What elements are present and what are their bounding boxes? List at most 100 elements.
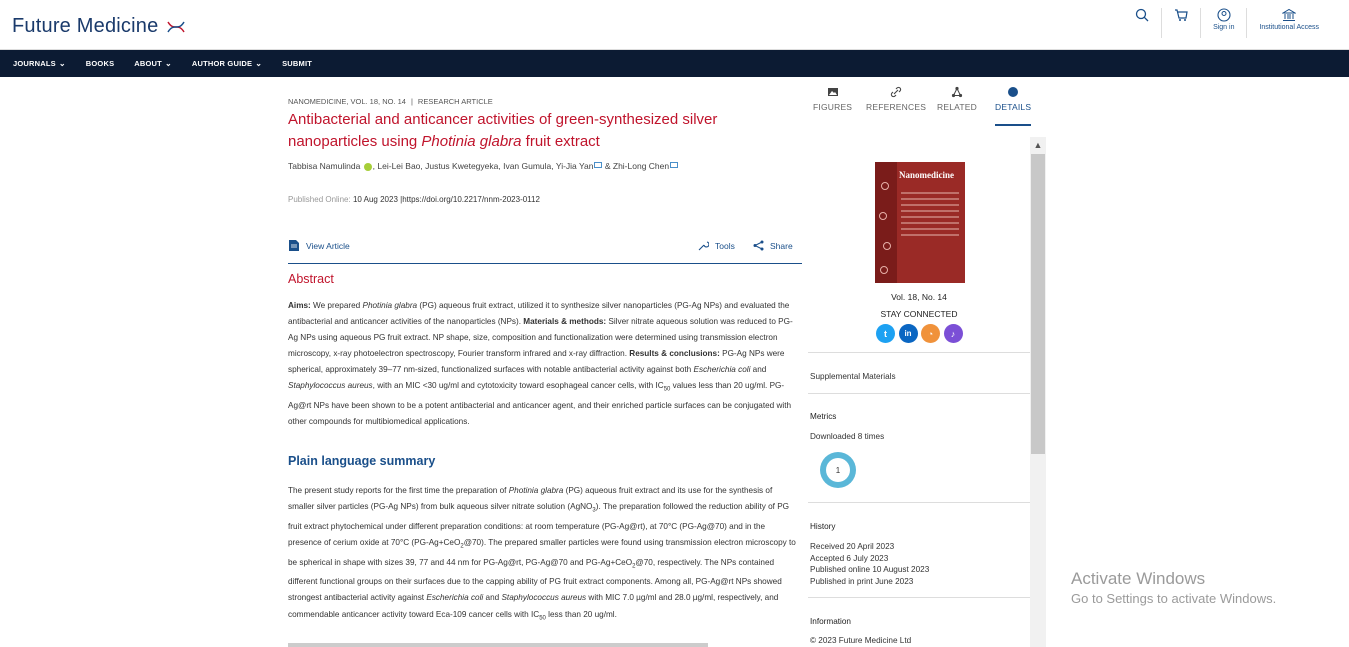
tab-details[interactable]: DETAILS [995,86,1032,126]
article-toolbar: View Article Tools Share [288,238,802,264]
email-icon[interactable] [594,161,603,168]
logo-text: Future Medicine [12,15,159,37]
header-actions: Sign in Institutional Access [1123,8,1331,42]
abstract-italic: Staphylococcus aureus [288,381,373,391]
abstract-span: We prepared [310,301,363,310]
view-article-label: View Article [306,240,350,251]
title-text-end: fruit extract [521,133,600,150]
pls-span: and [483,593,502,603]
chevron-down-icon: ⌄ [255,59,263,68]
image-icon [827,88,838,96]
nav-author-guide[interactable]: AUTHOR GUIDE ⌄ [192,59,262,68]
nav-books[interactable]: BOOKS [86,59,115,68]
received-date: Received 20 April 2023 [810,542,895,551]
copyright-text: © 2023 Future Medicine Ltd [810,636,912,645]
nav-submit[interactable]: SUBMIT [282,59,312,68]
nav-journals[interactable]: JOURNALS ⌄ [13,59,66,68]
cover-text-lines [901,192,959,240]
active-tab-underline [995,124,1032,126]
scroll-up-arrow-icon[interactable]: ▲ [1030,137,1046,153]
published-date: 10 Aug 2023 [352,195,398,204]
tools-button[interactable]: Tools [698,240,735,251]
supplemental-materials-link[interactable]: Supplemental Materials [810,372,896,381]
tab-details-label: DETAILS [995,102,1032,112]
nav-about[interactable]: ABOUT ⌄ [134,59,172,68]
journal-cover[interactable]: Nanomedicine [875,162,965,283]
orcid-icon[interactable] [363,162,372,171]
published-online-date: Published online 10 August 2023 [810,565,930,574]
tab-related[interactable]: RELATED [937,86,977,112]
site-logo[interactable]: Future Medicine [12,15,186,38]
author-link[interactable]: & Zhi-Long Chen [602,161,669,171]
tab-related-label: RELATED [937,102,977,112]
nav-about-label: ABOUT [134,59,162,68]
abstract-span: and [750,365,767,375]
doi-link[interactable]: https://doi.org/10.2217/nnm-2023-0112 [402,195,540,204]
cart-icon [1175,9,1188,21]
dna-helix-icon [167,21,185,33]
network-icon [951,86,963,98]
meta-separator: | [410,97,413,106]
institutional-access-button[interactable]: Institutional Access [1246,8,1331,38]
cover-pattern [883,242,891,250]
nav-author-guide-label: AUTHOR GUIDE [191,59,253,68]
twitter-icon[interactable]: t [876,324,895,343]
cover-pattern [880,266,888,274]
sign-in-label: Sign in [1213,24,1235,31]
title-italic: Photinia glabra [421,133,522,150]
altmetric-badge[interactable]: 1 [820,452,856,488]
abstract-text: Aims: We prepared Photinia glabra (PG) a… [288,298,800,430]
nav-submit-label: SUBMIT [282,59,313,68]
plain-language-text: The present study reports for the first … [288,483,800,626]
history-heading: History [810,522,836,531]
author-links[interactable]: , Lei-Lei Bao, Justus Kwetegyeka, Ivan G… [373,161,594,171]
cart-button[interactable] [1161,8,1200,38]
alert-icon[interactable]: ♪ [943,324,963,343]
author-list: Tabbisa Namulinda , Lei-Lei Bao, Justus … [288,161,679,171]
tab-references-label: REFERENCES [866,102,927,112]
sign-in-button[interactable]: Sign in [1200,8,1246,38]
pls-italic: Staphylococcus aureus [501,593,587,603]
share-icon [753,240,764,251]
cover-pattern [881,182,889,190]
abstract-italic: Escherichia coli [693,365,751,375]
pls-span: less than 20 ug/ml. [545,609,617,619]
share-button[interactable]: Share [753,240,793,251]
cover-pattern [879,212,887,220]
details-scrollbar[interactable]: ▲ [1030,137,1046,647]
linkedin-icon[interactable]: in [898,324,918,343]
details-tabs: FIGURES REFERENCES RELATED DETAILS [810,86,1036,126]
search-button[interactable] [1123,8,1161,38]
information-heading: Information [810,617,851,626]
abstract-methods-label: Materials & methods: [523,317,607,327]
social-links: t in ◔ ♪ [876,324,966,343]
tab-references[interactable]: REFERENCES [866,86,926,112]
article-title: Antibacterial and anticancer activities … [288,109,788,153]
view-article-button[interactable]: View Article [289,240,350,251]
chevron-down-icon: ⌄ [164,59,172,68]
institutional-access-label: Institutional Access [1259,24,1319,31]
nav-journals-label: JOURNALS [13,59,56,68]
scroll-thumb[interactable] [1031,154,1045,454]
published-info: Published Online: 10 Aug 2023 |https://d… [288,195,540,204]
main-nav: JOURNALS ⌄ BOOKS ABOUT ⌄ AUTHOR GUIDE ⌄ SUB… [0,50,1349,77]
published-label: Published Online: [288,195,351,204]
truncated-text-line [288,638,800,647]
pls-italic: Escherichia coli [426,593,484,603]
chevron-down-icon: ⌄ [58,59,66,68]
article-type: RESEARCH ARTICLE [417,97,493,106]
institution-icon [1282,8,1297,21]
tab-figures[interactable]: FIGURES [813,86,852,112]
abstract-results-label: Results & conclusions: [629,349,720,359]
journal-line[interactable]: NANOMEDICINE, VOL. 18, NO. 14 [288,97,406,106]
history-list: Received 20 April 2023 Accepted 6 July 2… [810,541,929,587]
pls-span: The present study reports for the first … [288,486,509,495]
tab-figures-label: FIGURES [813,102,853,112]
plain-language-heading: Plain language summary [288,454,436,468]
watermark-title: Activate Windows [1071,569,1206,588]
abstract-heading: Abstract [288,272,334,286]
author-link[interactable]: Tabbisa Namulinda [288,161,360,171]
watermark-subtitle: Go to Settings to activate Windows. [1071,591,1277,606]
email-icon[interactable] [670,161,679,168]
rss-icon[interactable]: ◔ [921,324,940,343]
